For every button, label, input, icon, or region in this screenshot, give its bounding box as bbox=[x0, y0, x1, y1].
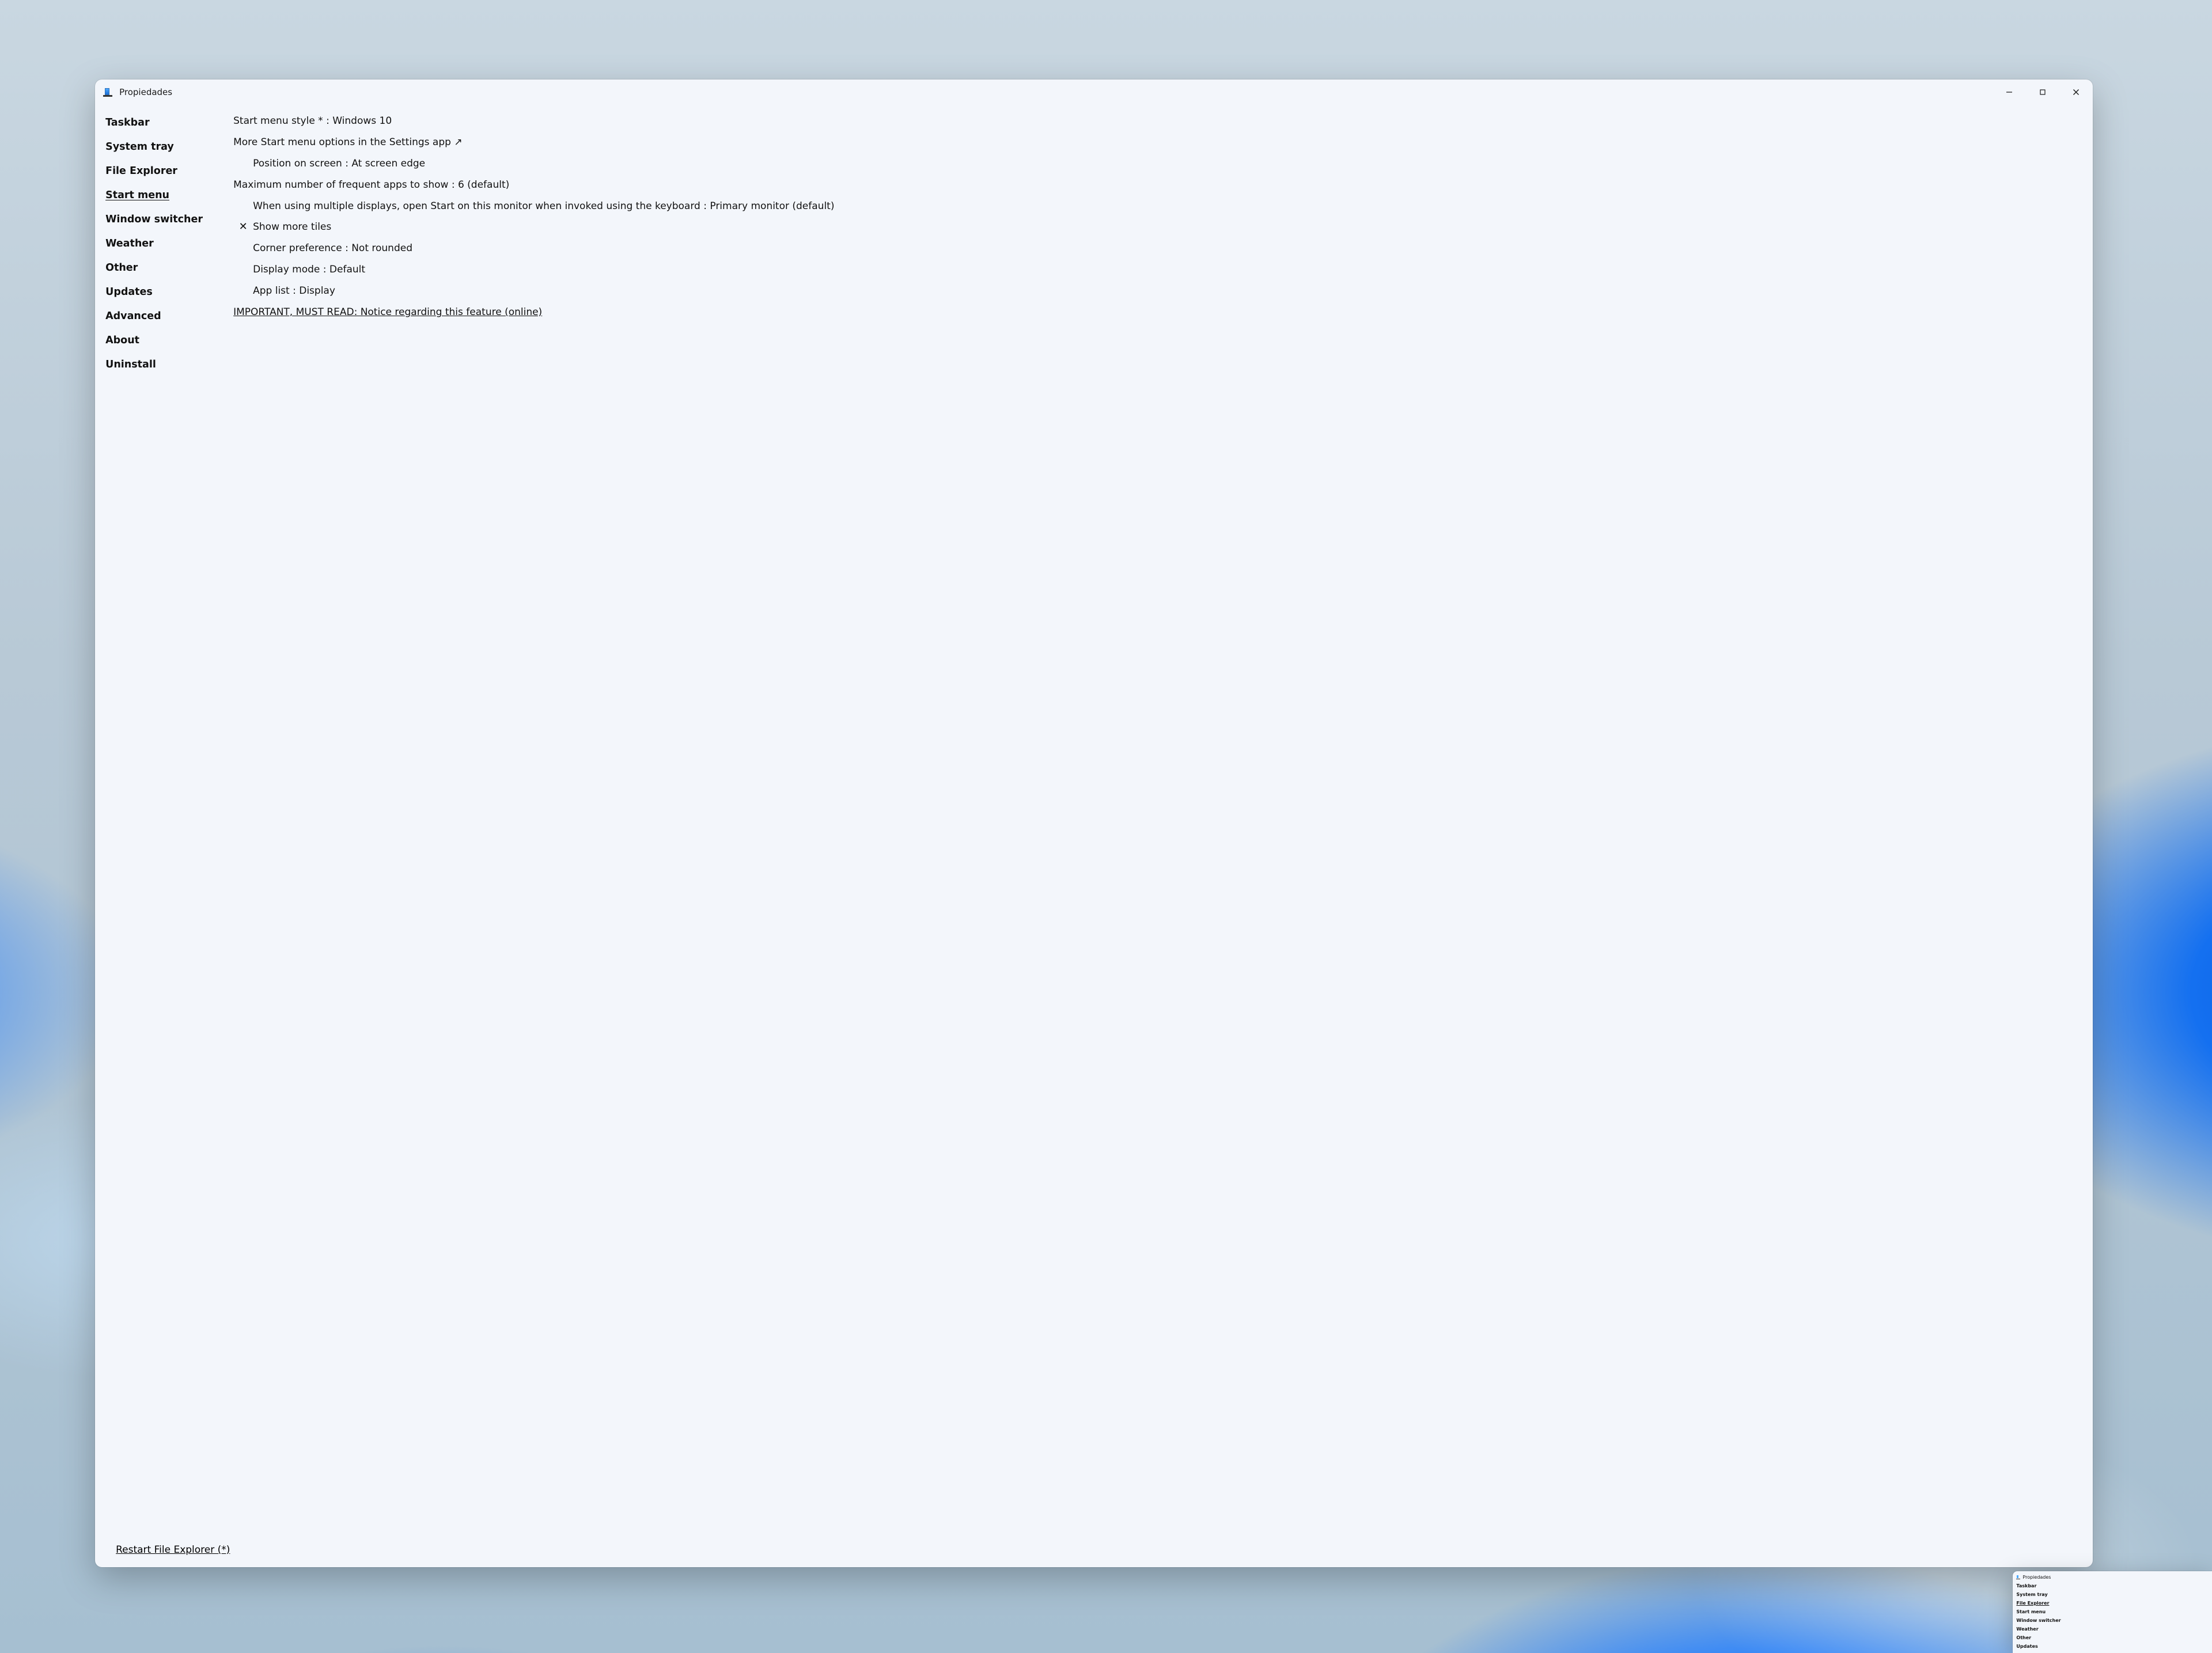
sidebar-item-advanced[interactable]: Advanced bbox=[105, 304, 233, 328]
option-label: IMPORTANT, MUST READ: Notice regarding t… bbox=[233, 306, 2077, 319]
sidebar-item-taskbar[interactable]: Taskbar bbox=[105, 111, 233, 135]
preview-item-file-explorer[interactable]: File Explorer bbox=[2016, 1599, 2212, 1607]
option-max-frequent-apps[interactable]: Maximum number of frequent apps to show … bbox=[233, 175, 2077, 196]
preview-item-updates[interactable]: Updates bbox=[2016, 1642, 2212, 1651]
sidebar: Taskbar System tray File Explorer Start … bbox=[95, 105, 233, 1567]
sidebar-item-weather[interactable]: Weather bbox=[105, 232, 233, 256]
option-label: Start menu style * : Windows 10 bbox=[233, 115, 2077, 128]
close-button[interactable] bbox=[2059, 79, 2093, 105]
sidebar-item-window-switcher[interactable]: Window switcher bbox=[105, 207, 233, 232]
window-body: Taskbar System tray File Explorer Start … bbox=[95, 105, 2093, 1567]
properties-window: Propiedades Taskbar System tray File Exp… bbox=[95, 79, 2093, 1567]
app-icon bbox=[103, 88, 112, 97]
preview-item-window-switcher[interactable]: Window switcher bbox=[2016, 1616, 2212, 1625]
option-label: More Start menu options in the Settings … bbox=[233, 136, 2077, 149]
more-start-options-link[interactable]: More Start menu options in the Settings … bbox=[233, 132, 2077, 153]
sidebar-item-system-tray[interactable]: System tray bbox=[105, 135, 233, 159]
option-corner-preference[interactable]: Corner preference : Not rounded bbox=[233, 238, 2077, 259]
preview-item-other[interactable]: Other bbox=[2016, 1633, 2212, 1642]
minimize-icon bbox=[2006, 89, 2013, 96]
option-label: Maximum number of frequent apps to show … bbox=[233, 179, 2077, 192]
sidebar-item-start-menu[interactable]: Start menu bbox=[105, 183, 233, 207]
option-display-mode[interactable]: Display mode : Default bbox=[233, 259, 2077, 280]
option-label: Corner preference : Not rounded bbox=[253, 242, 2077, 255]
preview-item-weather[interactable]: Weather bbox=[2016, 1625, 2212, 1633]
preview-window[interactable]: Propiedades Taskbar System tray File Exp… bbox=[2013, 1571, 2212, 1653]
titlebar[interactable]: Propiedades bbox=[95, 79, 2093, 105]
option-label: Display mode : Default bbox=[253, 263, 2077, 276]
sidebar-item-about[interactable]: About bbox=[105, 328, 233, 352]
preview-titlebar: Propiedades bbox=[2016, 1574, 2212, 1582]
option-app-list[interactable]: App list : Display bbox=[233, 280, 2077, 302]
option-label: When using multiple displays, open Start… bbox=[253, 200, 2077, 213]
preview-item-taskbar[interactable]: Taskbar bbox=[2016, 1582, 2212, 1590]
preview-item-start-menu[interactable]: Start menu bbox=[2016, 1607, 2212, 1616]
option-label: Show more tiles bbox=[253, 221, 2077, 234]
app-icon bbox=[2016, 1575, 2020, 1579]
preview-item-system-tray[interactable]: System tray bbox=[2016, 1590, 2212, 1599]
window-controls bbox=[1993, 79, 2093, 105]
restart-file-explorer-link[interactable]: Restart File Explorer (*) bbox=[105, 1538, 233, 1567]
maximize-icon bbox=[2039, 89, 2046, 96]
content-pane: Start menu style * : Windows 10 More Sta… bbox=[233, 105, 2093, 1567]
close-icon bbox=[2073, 89, 2080, 96]
sidebar-item-uninstall[interactable]: Uninstall bbox=[105, 352, 233, 377]
checkbox-checked-icon: ✕ bbox=[233, 221, 253, 232]
window-title: Propiedades bbox=[119, 87, 172, 97]
minimize-button[interactable] bbox=[1993, 79, 2026, 105]
important-notice-link[interactable]: IMPORTANT, MUST READ: Notice regarding t… bbox=[233, 302, 2077, 323]
option-label: App list : Display bbox=[253, 285, 2077, 298]
option-show-more-tiles[interactable]: ✕ Show more tiles bbox=[233, 217, 2077, 238]
option-start-menu-style[interactable]: Start menu style * : Windows 10 bbox=[233, 111, 2077, 132]
sidebar-item-updates[interactable]: Updates bbox=[105, 280, 233, 304]
sidebar-item-file-explorer[interactable]: File Explorer bbox=[105, 159, 233, 183]
option-position-on-screen[interactable]: Position on screen : At screen edge bbox=[233, 153, 2077, 175]
sidebar-item-other[interactable]: Other bbox=[105, 256, 233, 280]
option-label: Position on screen : At screen edge bbox=[253, 157, 2077, 170]
preview-window-title: Propiedades bbox=[2022, 1575, 2051, 1580]
maximize-button[interactable] bbox=[2026, 79, 2059, 105]
option-multi-display-start[interactable]: When using multiple displays, open Start… bbox=[233, 196, 2077, 217]
